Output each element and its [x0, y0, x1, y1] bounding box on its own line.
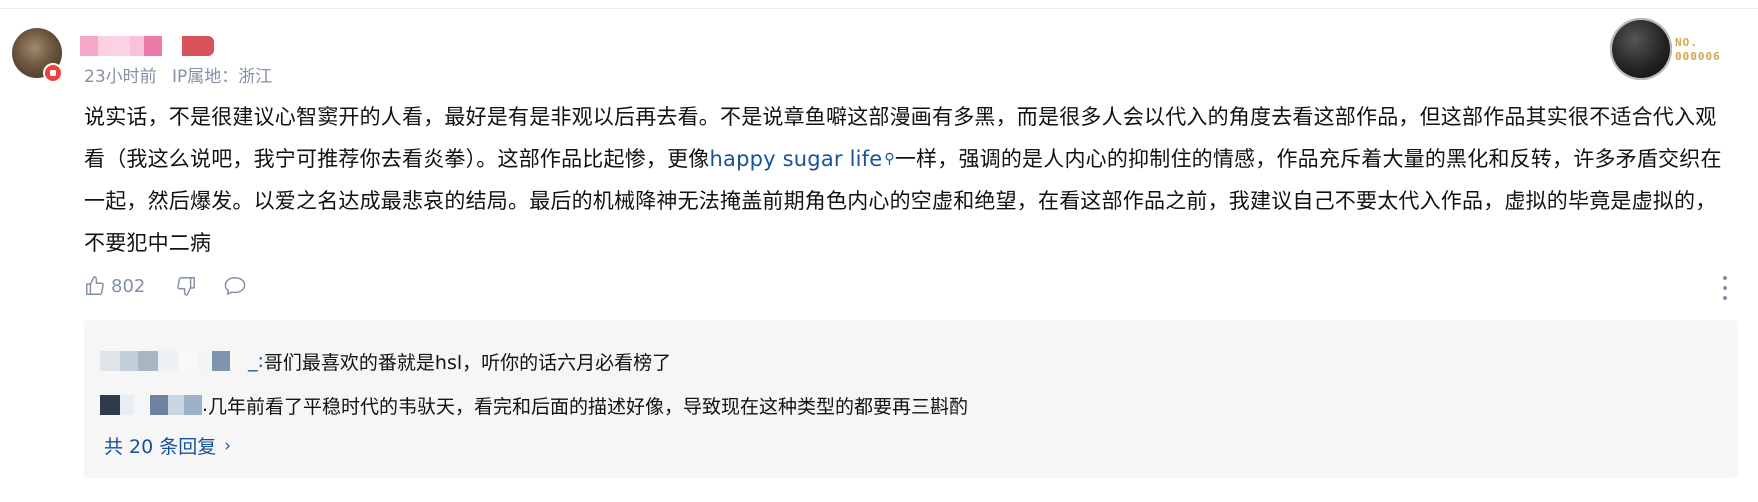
like-count: 802: [111, 275, 146, 297]
avatar-badge-icon: [43, 63, 63, 83]
comment-content: 说实话，不是很建议心智窦开的人看，最好是有是非观以后再去看。不是说章鱼噼这部漫画…: [84, 96, 1736, 264]
reply-text: 几年前看了平稳时代的韦驮天，看完和后面的描述好像，导致现在这种类型的都要再三斟酌: [208, 395, 969, 418]
replies-panel: _: 哥们最喜欢的番就是hsl，听你的话六月必看榜了 . 几年前看了平稳时代的韦…: [84, 320, 1738, 478]
comment-bubble-icon: [223, 275, 247, 297]
chevron-right-icon: ›: [224, 435, 232, 456]
dislike-button[interactable]: [175, 272, 197, 300]
view-all-replies-link[interactable]: 共 20 条回复 ›: [104, 432, 231, 459]
like-button[interactable]: 802: [84, 272, 145, 300]
reply-text: 哥们最喜欢的番就是hsl，听你的话六月必看榜了: [263, 351, 672, 374]
reply-item[interactable]: . 几年前看了平稳时代的韦驮天，看完和后面的描述好像，导致现在这种类型的都要再三…: [100, 390, 968, 420]
medal-label: NO. 000006: [1675, 36, 1721, 63]
thumbs-up-icon: [84, 275, 106, 297]
search-link[interactable]: happy sugar life: [710, 147, 883, 171]
comment-meta: 23小时前 IP属地：浙江: [84, 62, 282, 87]
search-icon[interactable]: ⚲: [884, 151, 894, 167]
more-replies-label: 共 20 条回复: [104, 436, 217, 458]
reply-author-blurred[interactable]: [100, 395, 202, 415]
reply-item[interactable]: _: 哥们最喜欢的番就是hsl，听你的话六月必看榜了: [100, 346, 671, 376]
comment-actions: 802: [84, 272, 247, 300]
ip-location: IP属地：浙江: [172, 67, 273, 87]
reply-author-blurred[interactable]: [100, 351, 248, 371]
reply-button[interactable]: [223, 272, 247, 300]
more-options-icon[interactable]: [1722, 276, 1728, 300]
reply-author-suffix: _:: [248, 350, 264, 372]
username-blurred[interactable]: [80, 36, 214, 56]
medal-badge-icon[interactable]: [1610, 18, 1672, 80]
comment-time: 23小时前: [84, 67, 157, 87]
thumbs-down-icon: [175, 275, 197, 297]
top-divider: [0, 8, 1758, 9]
